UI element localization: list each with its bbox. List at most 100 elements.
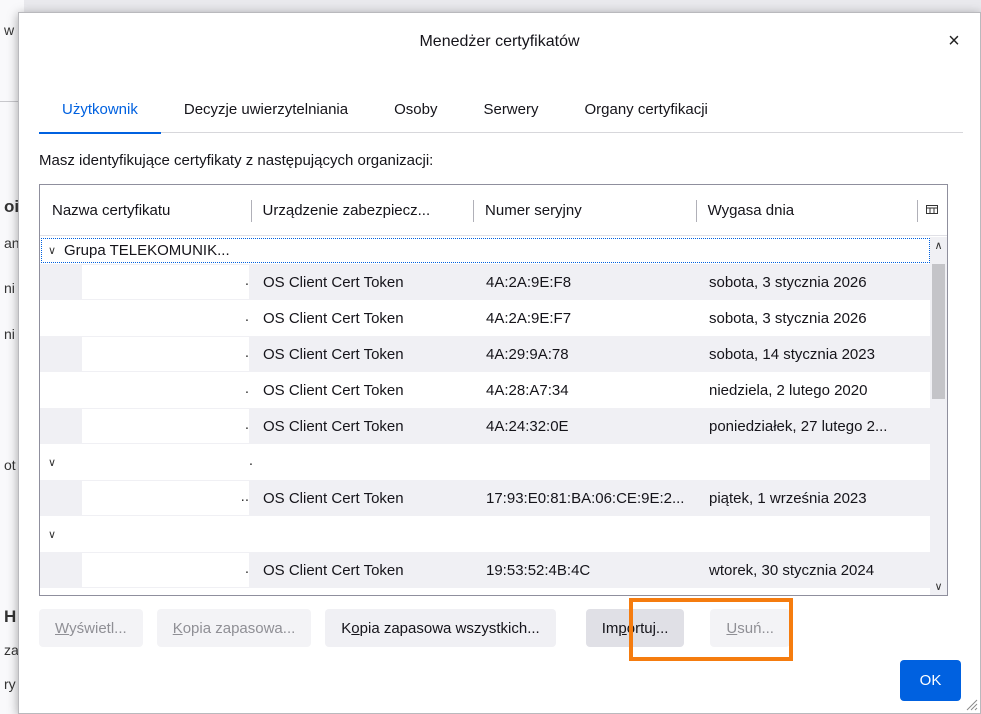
chevron-down-icon[interactable]: ∨ (48, 528, 58, 541)
tab-authentication-decisions[interactable]: Decyzje uwierzytelniania (161, 91, 371, 133)
ok-button[interactable]: OK (900, 660, 961, 701)
expires-cell: piątek, 1 września 2023 (709, 489, 867, 507)
redacted-block (82, 553, 249, 587)
cert-name-fragment: . (244, 416, 249, 433)
redacted-block (82, 337, 249, 371)
group-name: Grupa TELEKOMUNIK... (64, 242, 230, 259)
chevron-down-icon[interactable]: ∨ (930, 578, 947, 595)
expires-cell: niedziela, 2 lutego 2020 (709, 381, 868, 399)
expires-cell: sobota, 14 stycznia 2023 (709, 345, 875, 363)
tab-servers[interactable]: Serwery (460, 91, 561, 133)
device-cell: OS Client Cert Token (263, 273, 404, 291)
cert-name-fragment: . (244, 380, 249, 397)
certificate-tree[interactable]: Nazwa certyfikatu Urządzenie zabezpiecz.… (39, 184, 948, 596)
serial-cell: 4A:28:A7:34 (486, 381, 569, 399)
column-header-name[interactable]: Nazwa certyfikatu (40, 185, 251, 236)
serial-cell: 4A:29:9A:78 (486, 345, 569, 363)
redacted-block (82, 265, 249, 299)
tab-people[interactable]: Osoby (371, 91, 460, 133)
column-picker-icon[interactable] (917, 185, 947, 236)
vertical-scrollbar[interactable]: ∧ ∨ (930, 237, 947, 595)
column-header-expires[interactable]: Wygasa dnia (695, 185, 918, 236)
table-row[interactable]: . OS Client Cert Token 4A:2A:9E:F8 sobot… (40, 264, 931, 300)
group-name-cell: ∨ Grupa TELEKOMUNIK... (40, 237, 340, 264)
view-accel: W (55, 619, 70, 637)
dialog-titlebar: Menedżer certyfikatów × (19, 13, 980, 71)
delete-label: suń... (737, 619, 774, 637)
cert-name-fragment: .. (240, 488, 249, 505)
column-header-device[interactable]: Urządzenie zabezpiecz... (250, 185, 474, 236)
import-button[interactable]: Im p ortuj... (585, 609, 685, 647)
import-label: ortuj... (626, 619, 669, 637)
dialog-title: Menedżer certyfikatów (419, 33, 580, 50)
background-text: ry (4, 676, 16, 692)
table-row[interactable]: . OS Client Cert Token 4A:29:9A:78 sobot… (40, 336, 931, 372)
chevron-down-icon[interactable]: ∨ (48, 456, 58, 469)
import-pre: Im (601, 619, 619, 637)
serial-cell: 19:53:52:4B:4C (486, 561, 591, 579)
backup-button[interactable]: Kopia zapasowa... (156, 609, 312, 647)
cert-name-cell: . (40, 552, 251, 588)
background-text: oi (4, 197, 20, 216)
serial-cell: 4A:24:32:0E (486, 417, 569, 435)
table-row[interactable]: . OS Client Cert Token 4A:24:32:0E ponie… (40, 408, 931, 444)
expires-cell: sobota, 3 stycznia 2026 (709, 273, 867, 291)
device-cell: OS Client Cert Token (263, 345, 404, 363)
backup-all-pre: K (341, 619, 352, 637)
redacted-block (82, 409, 249, 443)
background-text: w (4, 22, 15, 38)
import-accel: p (618, 619, 627, 637)
view-label: yświetl... (69, 619, 127, 637)
backup-all-label: pia zapasowa wszystkich... (359, 619, 540, 637)
redacted-block (82, 301, 249, 335)
tree-header: Nazwa certyfikatu Urządzenie zabezpiecz.… (40, 185, 947, 236)
device-cell: OS Client Cert Token (263, 381, 404, 399)
background-text: za (4, 642, 19, 658)
device-cell: OS Client Cert Token (263, 417, 404, 435)
background-text: ni (4, 280, 15, 296)
tree-rows: ∨ Grupa TELEKOMUNIK... . OS Client Cert … (40, 237, 931, 588)
cert-name-cell: . (40, 372, 251, 408)
expires-cell: wtorek, 30 stycznia 2024 (709, 561, 875, 579)
tree-group-row[interactable]: ∨ (40, 516, 931, 552)
certificate-manager-dialog: Menedżer certyfikatów × Użytkownik Decyz… (18, 12, 981, 714)
table-row[interactable]: . OS Client Cert Token 4A:28:A7:34 niedz… (40, 372, 931, 408)
table-row[interactable]: . OS Client Cert Token 4A:2A:9E:F7 sobot… (40, 300, 931, 336)
redacted-block (82, 481, 249, 515)
resize-grip-icon[interactable] (964, 697, 978, 711)
cert-name-fragment: . (244, 272, 249, 289)
tab-authorities[interactable]: Organy certyfikacji (561, 91, 730, 133)
device-cell: OS Client Cert Token (263, 309, 404, 327)
backup-all-accel: o (351, 619, 360, 637)
backup-accel: K (172, 619, 183, 637)
cert-name-cell: .. (40, 480, 251, 516)
view-button[interactable]: Wyświetl... (39, 609, 143, 647)
chevron-up-icon[interactable]: ∧ (930, 237, 947, 254)
background-text: ni (4, 326, 15, 342)
serial-cell: 17:93:E0:81:BA:06:CE:9E:2... (486, 489, 685, 507)
tab-user[interactable]: Użytkownik (39, 91, 161, 134)
tree-group-row[interactable]: ∨ . (40, 444, 931, 480)
background-text: ot (4, 457, 16, 473)
expires-cell: poniedziałek, 27 lutego 2... (709, 417, 888, 435)
cert-name-cell: . (40, 336, 251, 372)
cert-name-fragment: . (244, 344, 249, 361)
backup-all-button[interactable]: Ko pia zapasowa wszystkich... (325, 609, 556, 647)
close-icon[interactable]: × (942, 29, 966, 53)
tree-group-row[interactable]: ∨ Grupa TELEKOMUNIK... (40, 237, 931, 264)
tab-bar: Użytkownik Decyzje uwierzytelniania Osob… (39, 91, 963, 134)
scrollbar-thumb[interactable] (932, 264, 945, 399)
backup-label: opia zapasowa... (182, 619, 296, 637)
background-text: H (4, 607, 17, 626)
table-row[interactable]: . OS Client Cert Token 19:53:52:4B:4C wt… (40, 552, 931, 588)
cert-name-fragment: . (244, 308, 249, 325)
delete-accel: U (726, 619, 738, 637)
chevron-down-icon[interactable]: ∨ (48, 244, 58, 257)
table-row[interactable]: .. OS Client Cert Token 17:93:E0:81:BA:0… (40, 480, 931, 516)
column-header-serial[interactable]: Numer seryjny (473, 185, 696, 236)
group-name-cell: ∨ (40, 516, 251, 552)
cert-name-fragment: . (244, 560, 249, 577)
device-cell: OS Client Cert Token (263, 489, 404, 507)
cert-name-cell: . (40, 300, 251, 336)
delete-button[interactable]: Usuń... (710, 609, 790, 647)
